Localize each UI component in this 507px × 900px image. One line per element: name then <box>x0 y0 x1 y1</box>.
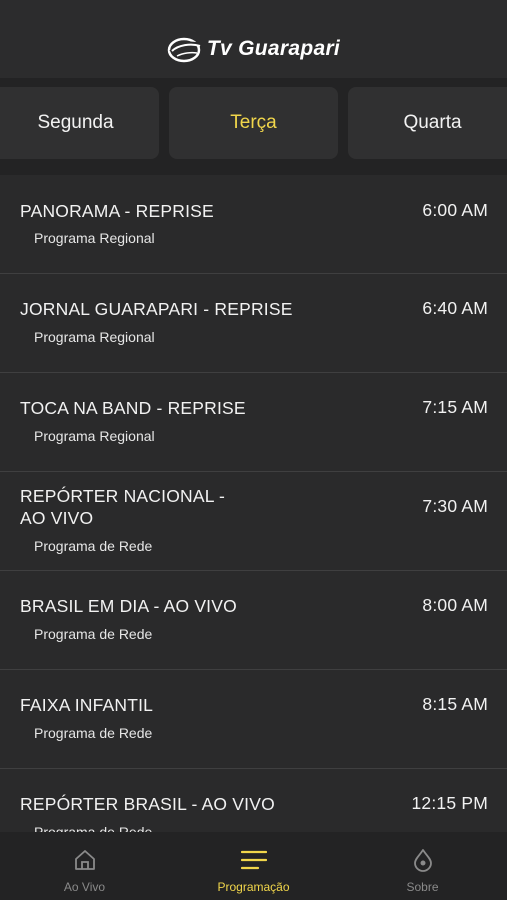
home-icon <box>74 850 95 870</box>
day-tab-quarta[interactable]: Quarta <box>348 87 507 159</box>
program-time: 6:40 AM <box>422 298 488 318</box>
program-time: 7:15 AM <box>422 397 488 417</box>
program-type: Programa de Rede <box>34 824 153 832</box>
schedule-row[interactable]: PANORAMA - REPRISE Programa Regional 6:0… <box>0 175 507 274</box>
schedule-row[interactable]: REPÓRTER NACIONAL - AO VIVO Programa de … <box>0 472 507 571</box>
program-title: PANORAMA - REPRISE <box>20 201 214 221</box>
program-time: 7:30 AM <box>422 496 488 516</box>
schedule-row[interactable]: TOCA NA BAND - REPRISE Programa Regional… <box>0 373 507 472</box>
program-type: Programa Regional <box>34 428 155 444</box>
program-type: Programa de Rede <box>34 725 153 741</box>
program-title: TOCA NA BAND - REPRISE <box>20 398 246 418</box>
program-time: 6:00 AM <box>422 200 488 220</box>
logo: Tv Guarapari <box>167 34 340 64</box>
drop-icon <box>413 849 432 872</box>
day-tab-label: Quarta <box>403 112 462 133</box>
tab-programacao[interactable]: Programação <box>169 832 338 900</box>
tv-logo-icon <box>167 37 202 63</box>
program-title: REPÓRTER BRASIL - AO VIVO <box>20 794 275 814</box>
program-time: 12:15 PM <box>411 793 488 813</box>
day-tab-label: Terça <box>230 112 277 133</box>
day-selector: Segunda Terça Quarta <box>0 78 507 175</box>
logo-text: Tv Guarapari <box>206 37 341 60</box>
tab-label: Sobre <box>406 880 439 894</box>
program-time: 8:00 AM <box>422 595 488 615</box>
schedule-row[interactable]: JORNAL GUARAPARI - REPRISE Programa Regi… <box>0 274 507 373</box>
program-type: Programa Regional <box>34 329 155 345</box>
program-title: REPÓRTER NACIONAL - AO VIVO <box>20 486 226 528</box>
day-tab-segunda[interactable]: Segunda <box>0 87 159 159</box>
schedule-list[interactable]: PANORAMA - REPRISE Programa Regional 6:0… <box>0 175 507 832</box>
tab-sobre[interactable]: Sobre <box>338 832 507 900</box>
program-title: FAIXA INFANTIL <box>20 695 154 715</box>
menu-lines-icon <box>240 850 267 870</box>
day-tab-label: Segunda <box>37 112 114 133</box>
program-title: JORNAL GUARAPARI - REPRISE <box>20 299 293 319</box>
tab-label: Ao Vivo <box>63 880 106 894</box>
program-title: BRASIL EM DIA - AO VIVO <box>20 596 237 616</box>
program-type: Programa Regional <box>34 230 155 246</box>
schedule-row[interactable]: REPÓRTER BRASIL - AO VIVO Programa de Re… <box>0 769 507 832</box>
schedule-row[interactable]: FAIXA INFANTIL Programa de Rede 8:15 AM <box>0 670 507 769</box>
bottom-tab-bar: Ao Vivo Programação Sobre <box>0 832 507 900</box>
program-type: Programa de Rede <box>34 626 153 642</box>
tab-label: Programação <box>217 880 290 894</box>
day-tab-terca[interactable]: Terça <box>169 87 338 159</box>
tab-ao-vivo[interactable]: Ao Vivo <box>0 832 169 900</box>
schedule-row[interactable]: BRASIL EM DIA - AO VIVO Programa de Rede… <box>0 571 507 670</box>
program-time: 8:15 AM <box>422 694 488 714</box>
program-type: Programa de Rede <box>34 538 153 554</box>
app-header: Tv Guarapari <box>0 0 507 78</box>
